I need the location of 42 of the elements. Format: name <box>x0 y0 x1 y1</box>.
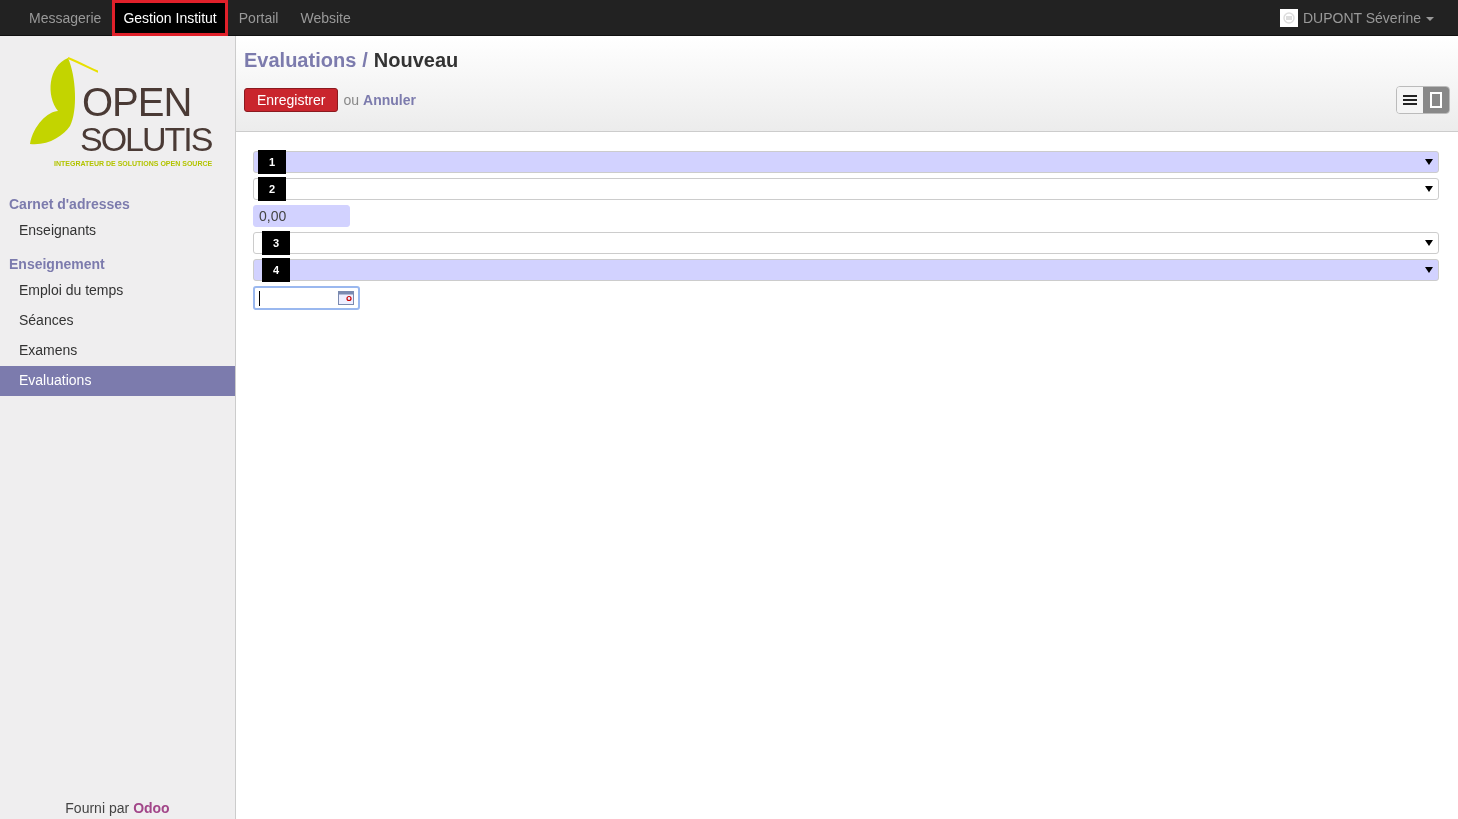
top-menu-item[interactable]: Website <box>289 0 362 36</box>
top-menu-item[interactable]: Messagerie <box>18 0 113 36</box>
number-marker: 1 <box>258 150 286 174</box>
sidebar-section-title: Enseignement <box>8 255 106 274</box>
select-field[interactable]: 1 <box>253 151 1439 173</box>
caret-icon <box>1425 267 1433 273</box>
footer-text: Fourni par <box>65 800 130 816</box>
caret-icon[interactable] <box>1426 17 1434 21</box>
top-menu-item[interactable]: Gestion Institut <box>112 0 228 36</box>
date-field[interactable] <box>253 286 360 310</box>
sidebar-item[interactable]: Evaluations <box>0 366 235 396</box>
avatar-icon <box>1280 8 1298 27</box>
logo-text: SOLUTIS <box>80 122 213 156</box>
caret-icon <box>1425 240 1433 246</box>
number-marker: 3 <box>262 231 290 255</box>
page-icon <box>1430 92 1442 108</box>
breadcrumb-current: Nouveau <box>373 49 459 72</box>
top-menu-item[interactable]: Portail <box>227 0 290 36</box>
caret-icon <box>1425 159 1433 165</box>
or-text: ou <box>343 92 360 108</box>
number-field[interactable]: 0,00 <box>253 205 350 227</box>
breadcrumb-link[interactable]: Evaluations <box>244 49 357 72</box>
sidebar-item[interactable]: Emploi du temps <box>0 276 235 306</box>
cancel-link[interactable]: Annuler <box>363 92 416 108</box>
sidebar-item[interactable]: Enseignants <box>0 216 235 246</box>
select-field[interactable]: 2 <box>253 178 1439 200</box>
breadcrumb-separator: / <box>362 49 368 72</box>
list-view-button[interactable] <box>1397 87 1423 113</box>
calendar-icon[interactable] <box>338 291 354 305</box>
user-menu[interactable]: DUPONT Séverine <box>1303 9 1421 26</box>
caret-icon <box>1425 186 1433 192</box>
sidebar-item[interactable]: Séances <box>0 306 235 336</box>
save-button[interactable]: Enregistrer <box>244 88 339 112</box>
sidebar-item[interactable]: Examens <box>0 336 235 366</box>
select-field[interactable]: 4 <box>253 259 1439 281</box>
footer-link[interactable]: Odoo <box>133 800 170 816</box>
sidebar-section-title: Carnet d'adresses <box>8 195 131 214</box>
number-marker: 2 <box>258 177 286 201</box>
logo-text: OPEN <box>82 82 193 122</box>
select-field[interactable]: 3 <box>253 232 1439 254</box>
number-marker: 4 <box>262 258 290 282</box>
list-icon <box>1403 94 1417 106</box>
